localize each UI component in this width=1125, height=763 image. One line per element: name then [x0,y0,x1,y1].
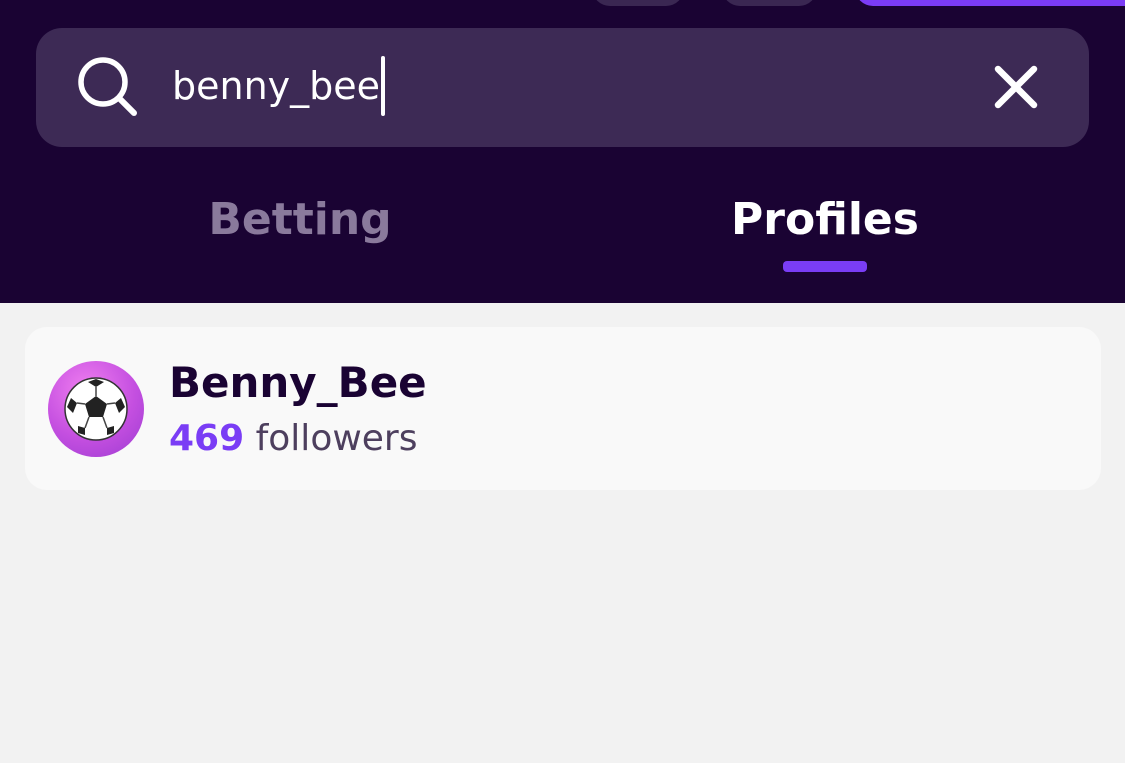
tab-betting[interactable]: Betting [150,190,450,250]
avatar [48,361,144,457]
followers-line: 469 followers [169,413,418,465]
profile-name: Benny_Bee [169,358,427,407]
top-nav-pill[interactable] [592,0,684,6]
search-header: benny_bee Betting Profiles [0,0,1125,303]
search-input-value: benny_bee [172,64,381,108]
tab-profiles[interactable]: Profiles [675,190,975,250]
top-nav-primary-pill[interactable] [855,0,1125,6]
search-bar[interactable]: benny_bee [36,28,1089,147]
text-caret [381,56,386,116]
search-icon [78,57,137,116]
followers-count: 469 [169,418,245,459]
search-input[interactable]: benny_bee [172,54,932,118]
soccer-ball-icon [64,377,128,441]
close-icon[interactable] [993,64,1039,110]
followers-label: followers [255,418,418,459]
profile-result-card[interactable]: Benny_Bee 469 followers [25,327,1101,490]
top-nav-pill[interactable] [722,0,817,6]
active-tab-indicator [783,261,867,272]
